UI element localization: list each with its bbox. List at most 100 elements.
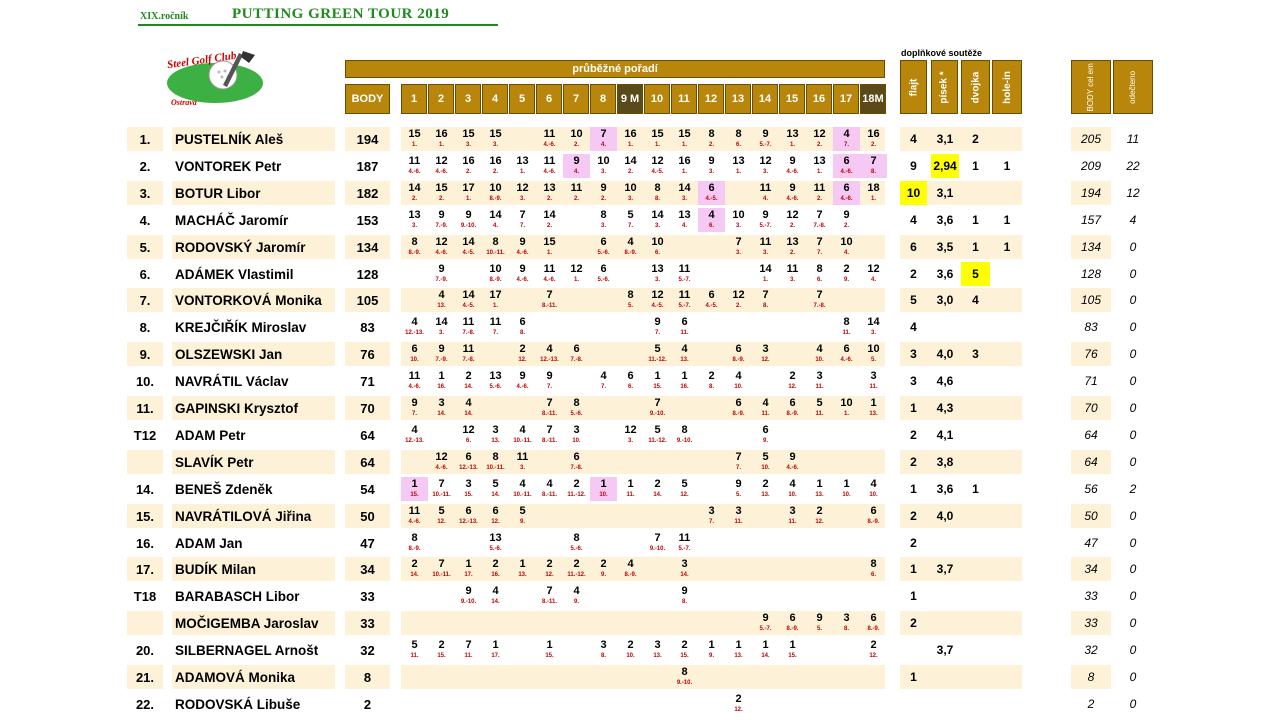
round-place: 16. — [437, 384, 446, 390]
round-place: 10. — [572, 438, 581, 444]
round-points: 6 — [519, 316, 526, 328]
round-results: 9 5.-7. 6 8.-9. 9 5. 3 8. 6 8.-9. — [401, 611, 885, 635]
round-place: 13. — [869, 411, 878, 417]
round-header-16: 16 — [806, 84, 832, 114]
round-cell: 3 13. — [644, 638, 671, 662]
round-cell: 9 7.-9. — [428, 208, 455, 232]
round-cell: 13 2. — [779, 235, 806, 259]
total-points: 157 — [1080, 213, 1102, 227]
round-place: 2. — [438, 196, 444, 202]
player-name: ADAMOVÁ Monika — [172, 665, 335, 689]
round-cell: 5 10. — [752, 450, 779, 474]
round-place: 5.-7. — [759, 626, 772, 632]
round-cell: 4 13. — [671, 342, 698, 366]
round-place: 12. — [518, 357, 527, 363]
round-place: 6. — [870, 572, 876, 578]
extra-value — [961, 181, 990, 205]
round-cell: 15 2. — [428, 181, 455, 205]
round-cell: 6 7.-8. — [563, 450, 590, 474]
extra-value: 3,0 — [936, 293, 954, 307]
round-cell: 14 2. — [536, 208, 563, 232]
round-points: 16 — [462, 155, 475, 167]
round-place: 6. — [627, 384, 633, 390]
round-points: 6 — [708, 289, 715, 301]
round-place: 4.-5. — [651, 169, 664, 175]
round-place: 7. — [600, 384, 606, 390]
round-place: 12.-13. — [459, 519, 478, 525]
extra-value — [992, 531, 1022, 555]
round-cell: 4 6. — [698, 208, 725, 232]
round-place: 13. — [437, 303, 446, 309]
round-place: 11. — [869, 384, 878, 390]
extra-value: 1 — [910, 670, 917, 684]
extra-value: 1 — [972, 482, 979, 496]
round-place: 7.-8. — [813, 223, 826, 229]
deducted-points: 4 — [1129, 213, 1137, 227]
round-place: 1. — [465, 196, 471, 202]
player-name: MOČIGEMBA Jaroslav — [172, 611, 335, 635]
player-name: ADAM Jan — [175, 535, 243, 551]
round-points: 9 — [573, 155, 580, 167]
extra-header-sand: písek * — [931, 60, 958, 114]
total-points: 2 — [1087, 697, 1095, 711]
round-cell: 1 10. — [833, 477, 860, 501]
round-place: 8. — [870, 169, 876, 175]
round-place: 8. — [843, 626, 849, 632]
extra-value — [931, 584, 959, 608]
round-place: 1. — [519, 169, 525, 175]
player-points: 194 — [345, 127, 390, 151]
player-points: 54 — [360, 481, 375, 497]
deducted-points: 0 — [1129, 320, 1137, 334]
round-points: 10 — [732, 209, 745, 221]
round-points: 9 — [762, 209, 769, 221]
extra-value: 2 — [910, 455, 917, 469]
extra-value — [961, 692, 990, 716]
round-cell: 113. — [752, 235, 779, 259]
round-header-15: 15 — [779, 84, 805, 114]
round-place: 1. — [762, 277, 768, 283]
round-cell: 12 4.-6. — [428, 450, 455, 474]
round-place: 7.-8. — [462, 357, 475, 363]
round-points: 2 — [411, 558, 418, 570]
extra-value — [992, 181, 1022, 205]
round-cell: 8 9.-10. — [671, 423, 698, 447]
round-points: 16 — [678, 155, 691, 167]
round-place: 4.-6. — [786, 465, 799, 471]
round-results: 8 8.-9. 12 4.-6. 14 4.-5. 8 10.-11. 9 4.-6. 15 1. 6 5… — [401, 235, 885, 259]
round-results: 9 7.-9. 10 8.-9. 9 4.-6. 11 4.-6. 12 1. 6 5.-6. 13 3.… — [401, 262, 885, 286]
round-place: 4.-5. — [705, 196, 718, 202]
round-points: 12 — [624, 424, 637, 436]
player-points: 32 — [360, 642, 375, 658]
round-points: 11 — [759, 236, 772, 248]
round-cell: 5 11. — [806, 396, 833, 420]
round-points: 3 — [681, 558, 688, 570]
round-cell: 18 1. — [860, 181, 887, 205]
round-header-6: 6 — [536, 84, 562, 114]
round-place: 3. — [600, 223, 606, 229]
round-points: 10 — [867, 343, 880, 355]
round-cell: 12 2. — [725, 288, 752, 312]
round-points: 8 — [735, 128, 742, 140]
round-place: 5. — [627, 303, 633, 309]
total-points: 71 — [1084, 374, 1098, 388]
round-points: 13 — [786, 128, 799, 140]
round-points: 4 — [546, 478, 553, 490]
round-results: 4 12.-13. 12 6. 3 13. 4 10.-11. 7 8.-11. 3 10. 12 3. 5… — [401, 423, 885, 447]
round-place: 8.-9. — [786, 626, 799, 632]
round-points: 14 — [543, 209, 556, 221]
round-points: 2 — [708, 370, 715, 382]
deducted-points: 0 — [1129, 616, 1137, 630]
deducted-points: 0 — [1129, 293, 1137, 307]
player-rank — [127, 450, 163, 474]
player-name: RODOVSKÝ Jaromír — [172, 235, 335, 259]
round-cell: 12 2. — [779, 208, 806, 232]
round-place: 11. — [842, 330, 851, 336]
extra-value — [931, 611, 959, 635]
extra-value — [992, 369, 1022, 393]
round-cell: 4 12.-13. — [401, 315, 428, 339]
round-place: 2. — [816, 196, 822, 202]
round-cell: 7 11. — [455, 638, 482, 662]
round-points: 10 — [597, 155, 610, 167]
round-place: 3. — [735, 223, 741, 229]
player-points: 64 — [360, 427, 375, 443]
